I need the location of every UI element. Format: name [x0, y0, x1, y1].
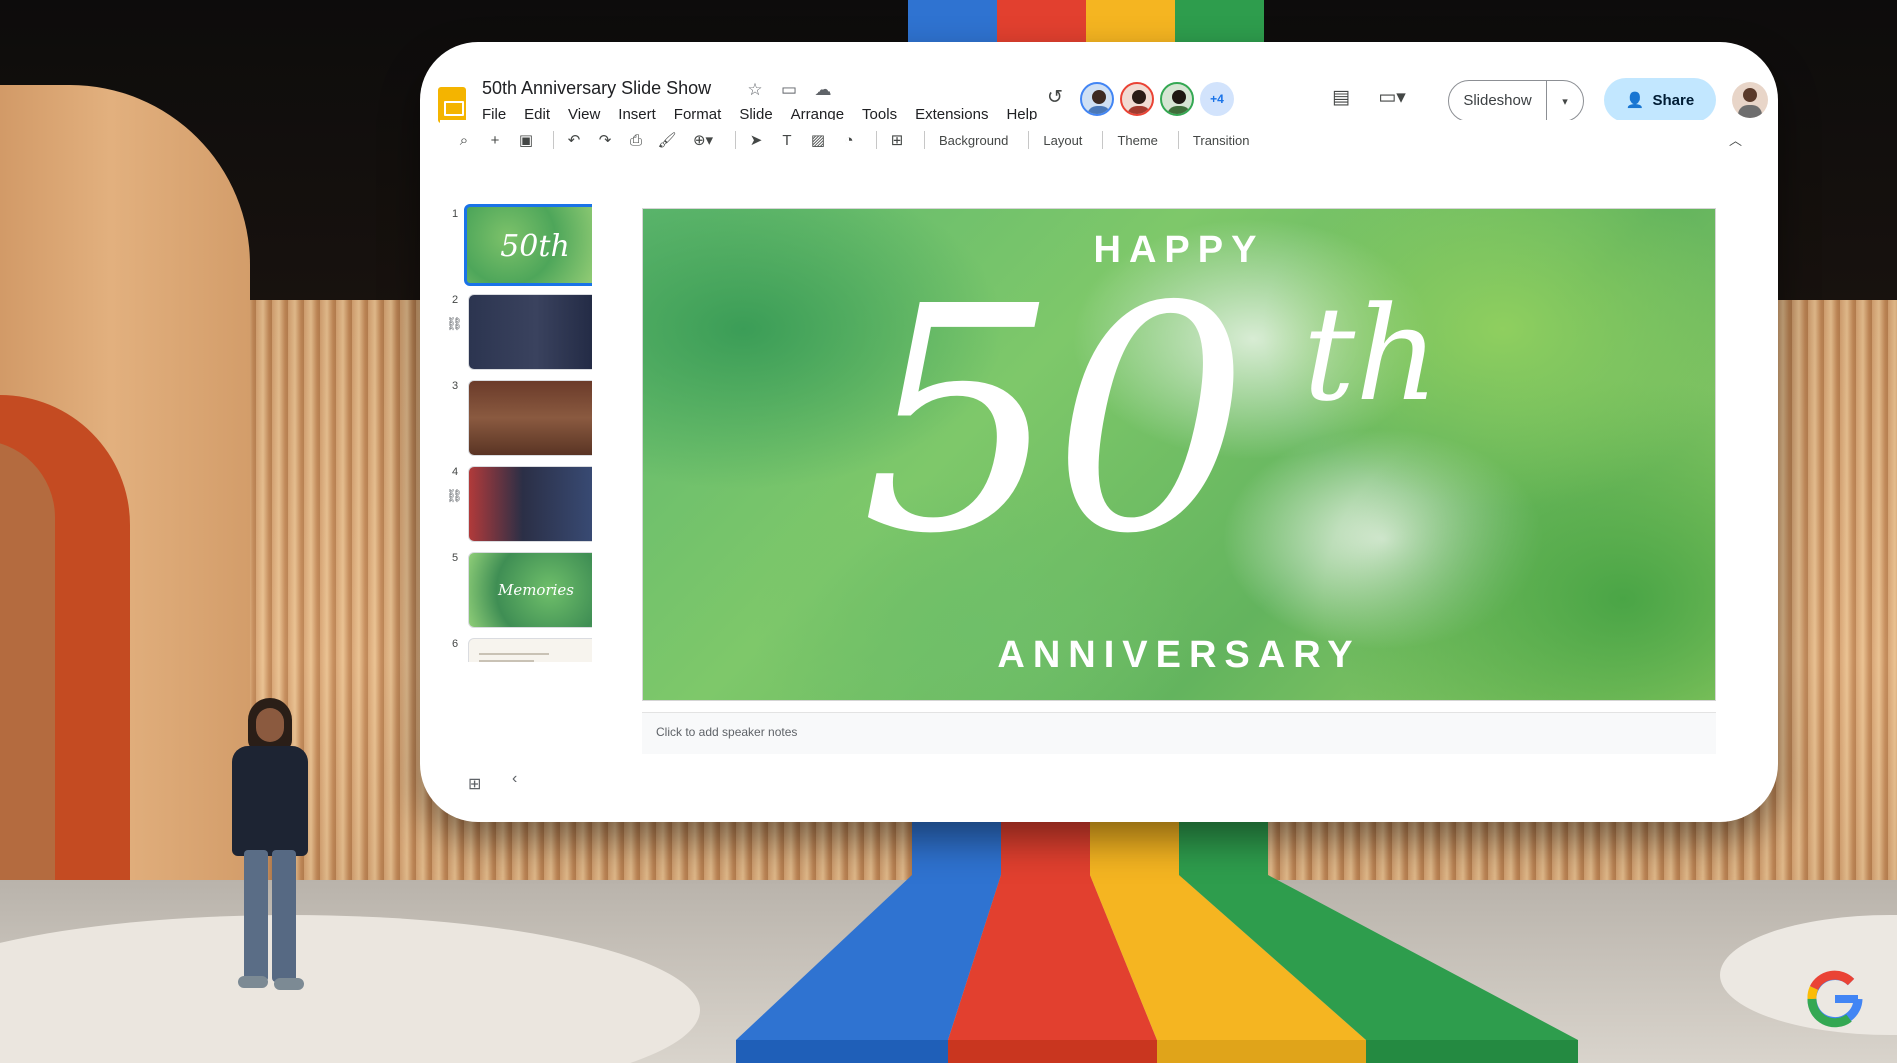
comments-icon[interactable]: ▤: [1328, 86, 1354, 109]
zoom-icon[interactable]: ⊕▾: [686, 131, 720, 149]
search-menus-icon[interactable]: ⌕: [452, 132, 476, 149]
slide-thumbnail-row[interactable]: 6: [442, 636, 592, 662]
slide-thumbnail-row[interactable]: 3: [442, 378, 592, 456]
slide-thumbnail[interactable]: Memories: [468, 552, 592, 628]
slide-thumbnail[interactable]: [468, 294, 592, 370]
layout-button[interactable]: Layout: [1037, 133, 1088, 148]
slide-thumbnail[interactable]: 50th: [464, 204, 592, 286]
new-slide-icon[interactable]: +: [483, 132, 507, 149]
slide-canvas[interactable]: HAPPY 50 th ANNIVERSARY: [642, 208, 1716, 701]
undo-icon[interactable]: ↶: [562, 131, 586, 149]
slide-filmstrip: 1 50th 2 ⛓ 3 4 ⛓ 5 Memories 6: [442, 202, 592, 662]
link-icon: ⛓: [446, 488, 463, 503]
document-title[interactable]: 50th Anniversary Slide Show: [482, 78, 711, 99]
insert-image-icon[interactable]: ▨: [806, 131, 830, 149]
toolbar: ⌕ + ▣ ↶ ↷ ⎙ 🖌 ⊕▾ ➤ T ▨ ◔ ⊞ Background La…: [440, 120, 1760, 160]
collaborator-avatar[interactable]: [1160, 82, 1194, 116]
speaker-notes[interactable]: Click to add speaker notes: [642, 712, 1716, 754]
select-cursor-icon[interactable]: ➤: [744, 131, 768, 149]
collaborator-avatar[interactable]: [1080, 82, 1114, 116]
slides-app-window: 50th Anniversary Slide Show ☆ ▭ ☁ File E…: [420, 42, 1778, 822]
cloud-status-icon[interactable]: ☁: [814, 80, 832, 100]
version-history-icon[interactable]: ↺: [1042, 86, 1068, 109]
paint-format-icon[interactable]: 🖌: [655, 131, 679, 149]
slide-thumbnail[interactable]: [468, 380, 592, 456]
collaborator-avatar[interactable]: [1120, 82, 1154, 116]
pillar-blue: [908, 0, 997, 46]
google-logo: [1807, 970, 1863, 1028]
slide-subheading[interactable]: ANNIVERSARY: [643, 634, 1715, 677]
slideshow-dropdown-icon[interactable]: ▾: [1547, 95, 1583, 108]
collaborator-avatars: +4: [1080, 82, 1234, 116]
redo-icon[interactable]: ↷: [593, 131, 617, 149]
slide-thumbnail-row[interactable]: 2 ⛓: [442, 292, 592, 370]
share-button[interactable]: 👤 Share: [1604, 78, 1716, 122]
new-slide-layout-icon[interactable]: ▣: [514, 131, 538, 149]
slide-thumbnail[interactable]: [468, 638, 592, 662]
more-collaborators-badge[interactable]: +4: [1200, 82, 1234, 116]
slide-thumbnail-row[interactable]: 1 50th: [442, 204, 592, 286]
transition-button[interactable]: Transition: [1187, 133, 1256, 148]
print-icon[interactable]: ⎙: [624, 132, 648, 149]
add-comment-icon[interactable]: ⊞: [885, 131, 909, 149]
star-icon[interactable]: ☆: [746, 80, 764, 100]
person-add-icon: 👤: [1625, 92, 1645, 109]
slide-number-text[interactable]: 50: [861, 267, 1249, 577]
link-icon: ⛓: [446, 316, 463, 331]
slide-suffix-text[interactable]: th: [1303, 289, 1439, 419]
slide-thumbnail-row[interactable]: 4 ⛓: [442, 464, 592, 542]
move-folder-icon[interactable]: ▭: [780, 80, 798, 100]
background-button[interactable]: Background: [933, 133, 1014, 148]
slideshow-button[interactable]: Slideshow ▾: [1448, 80, 1584, 122]
pillar-green: [1175, 0, 1264, 46]
hide-menus-chevron-icon[interactable]: ︿: [1729, 130, 1742, 149]
slide-thumbnail-row[interactable]: 5 Memories: [442, 550, 592, 628]
slides-logo-icon[interactable]: [438, 87, 466, 123]
grid-view-icon[interactable]: ⊞: [468, 774, 481, 794]
text-box-icon[interactable]: T: [775, 132, 799, 149]
theme-button[interactable]: Theme: [1111, 133, 1163, 148]
pillar-yellow: [1086, 0, 1175, 46]
collapse-filmstrip-icon[interactable]: ‹: [512, 770, 517, 788]
meet-call-icon[interactable]: ▭▾: [1372, 86, 1412, 109]
slide-thumbnail[interactable]: [468, 466, 592, 542]
presenter: [222, 690, 318, 995]
pillar-red: [997, 0, 1086, 46]
slideshow-label[interactable]: Slideshow: [1449, 81, 1547, 121]
shape-icon[interactable]: ◔: [837, 132, 861, 149]
account-avatar[interactable]: [1732, 82, 1768, 118]
